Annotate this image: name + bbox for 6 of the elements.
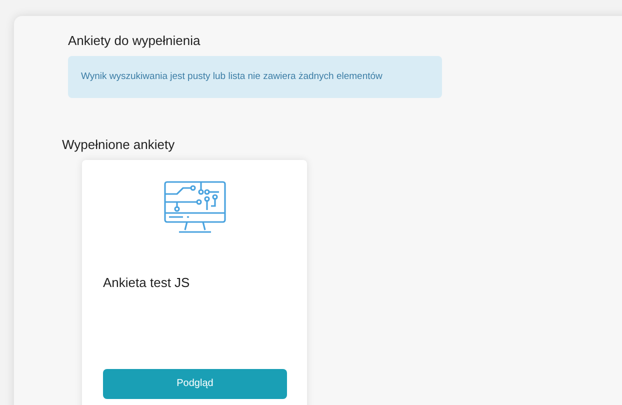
- preview-button[interactable]: Podgląd: [103, 368, 287, 398]
- monitor-circuit-icon: [162, 180, 226, 236]
- survey-title: Ankieta test JS: [103, 274, 191, 292]
- empty-list-message: Wynik wyszukiwania jest pusty lub lista nie zawiera żadnych elementów: [68, 56, 442, 98]
- section-heading: Ankiety do wypełnienia: [68, 32, 202, 50]
- section-heading: Wypełnione ankiety: [62, 136, 176, 154]
